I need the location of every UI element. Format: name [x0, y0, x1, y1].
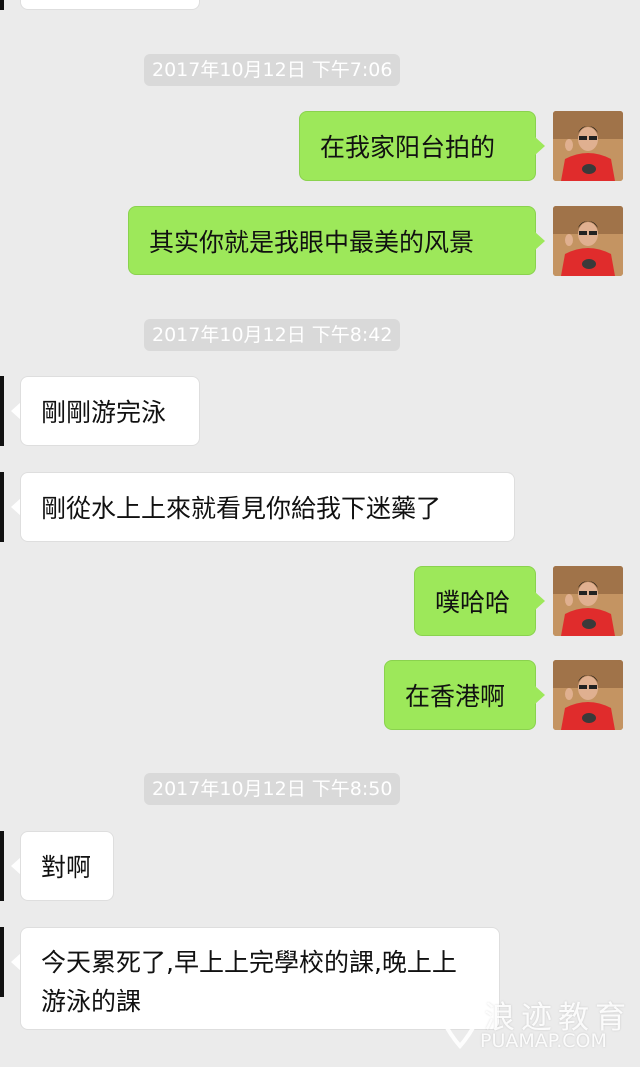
message-text: 在我家阳台拍的 — [320, 133, 496, 162]
bubble-tail — [535, 686, 545, 704]
message-bubble-outgoing[interactable]: 在香港啊 — [384, 660, 536, 730]
user-avatar[interactable] — [553, 566, 623, 636]
bubble-tail — [535, 137, 545, 155]
left-edge-bar — [0, 0, 4, 10]
chat-window: 2017年10月12日 下午7:06 在我家阳台拍的 其实你就是我眼中最美的风景 — [0, 0, 640, 1067]
message-bubble-incoming[interactable]: 剛從水上上來就看見你給我下迷藥了 — [20, 472, 515, 542]
message-text: 對啊 — [41, 853, 92, 882]
avatar-photo-icon — [553, 566, 623, 636]
timestamp: 2017年10月12日 下午7:06 — [144, 54, 401, 86]
bubble-tail — [535, 592, 545, 610]
left-edge-bar — [0, 376, 4, 446]
message-bubble-incoming[interactable]: 對啊 — [20, 831, 114, 901]
message-text: 噗哈哈 — [435, 588, 511, 617]
message-bubble-outgoing[interactable]: 在我家阳台拍的 — [299, 111, 536, 181]
avatar-photo-icon — [553, 111, 623, 181]
message-bubble-partial[interactable] — [20, 0, 200, 10]
left-edge-bar — [0, 472, 4, 542]
watermark: 浪迹教育 PUAMAP.COM — [440, 992, 630, 1052]
user-avatar[interactable] — [553, 660, 623, 730]
message-text: 剛剛游完泳 — [41, 398, 167, 427]
left-edge-bar — [0, 831, 4, 901]
timestamp: 2017年10月12日 下午8:50 — [144, 773, 401, 805]
watermark-domain: PUAMAP.COM — [480, 1030, 607, 1052]
message-text: 剛從水上上來就看見你給我下迷藥了 — [41, 494, 442, 523]
user-avatar[interactable] — [553, 206, 623, 276]
message-text: 其实你就是我眼中最美的风景 — [149, 227, 475, 257]
location-pin-icon — [440, 992, 480, 1049]
timestamp: 2017年10月12日 下午8:42 — [144, 319, 401, 351]
message-bubble-incoming[interactable]: 剛剛游完泳 — [20, 376, 200, 446]
avatar-photo-icon — [553, 206, 623, 276]
message-bubble-incoming[interactable]: 今天累死了,早上上完學校的課,晚上上游泳的課 — [20, 927, 500, 1030]
user-avatar[interactable] — [553, 111, 623, 181]
bubble-tail — [535, 232, 545, 250]
avatar-photo-icon — [553, 660, 623, 730]
message-bubble-outgoing[interactable]: 噗哈哈 — [414, 566, 536, 636]
message-text: 今天累死了,早上上完學校的課,晚上上游泳的課 — [41, 948, 457, 1016]
message-text: 在香港啊 — [405, 682, 506, 711]
left-edge-bar — [0, 927, 4, 997]
message-bubble-outgoing[interactable]: 其实你就是我眼中最美的风景 — [128, 206, 536, 275]
